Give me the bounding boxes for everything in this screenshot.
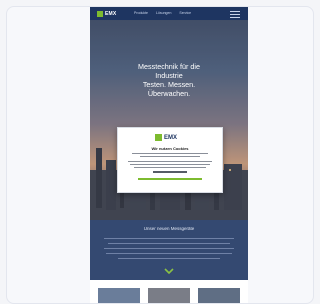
nav-item[interactable]: Lösungen: [156, 11, 171, 15]
site-logo[interactable]: EMX: [97, 10, 116, 17]
website-preview: EMX Produkte Lösungen Service Messtechni…: [90, 7, 248, 303]
modal-logo-text: EMX: [164, 134, 178, 141]
accept-cookies-button[interactable]: [153, 171, 187, 173]
text-line: [128, 161, 212, 163]
main-nav: Produkte Lösungen Service: [134, 11, 191, 15]
modal-title: Wir nutzen Cookies: [151, 146, 189, 151]
text-line: [134, 167, 206, 169]
modal-logo: EMX: [155, 134, 177, 141]
cookie-settings-link[interactable]: [138, 178, 202, 180]
text-line: [130, 164, 210, 166]
preview-card: EMX Produkte Lösungen Service Messtechni…: [6, 6, 314, 304]
nav-item[interactable]: Service: [179, 11, 191, 15]
nav-item[interactable]: Produkte: [134, 11, 148, 15]
site-header: EMX Produkte Lösungen Service: [90, 7, 248, 20]
logo-mark-icon: [155, 134, 162, 141]
logo-mark-icon: [97, 10, 103, 17]
text-line: [132, 153, 208, 155]
cookie-consent-dialog: EMX Wir nutzen Cookies: [117, 127, 223, 193]
menu-icon[interactable]: [230, 11, 240, 18]
logo-text: EMX: [105, 10, 117, 17]
text-line: [140, 156, 200, 158]
